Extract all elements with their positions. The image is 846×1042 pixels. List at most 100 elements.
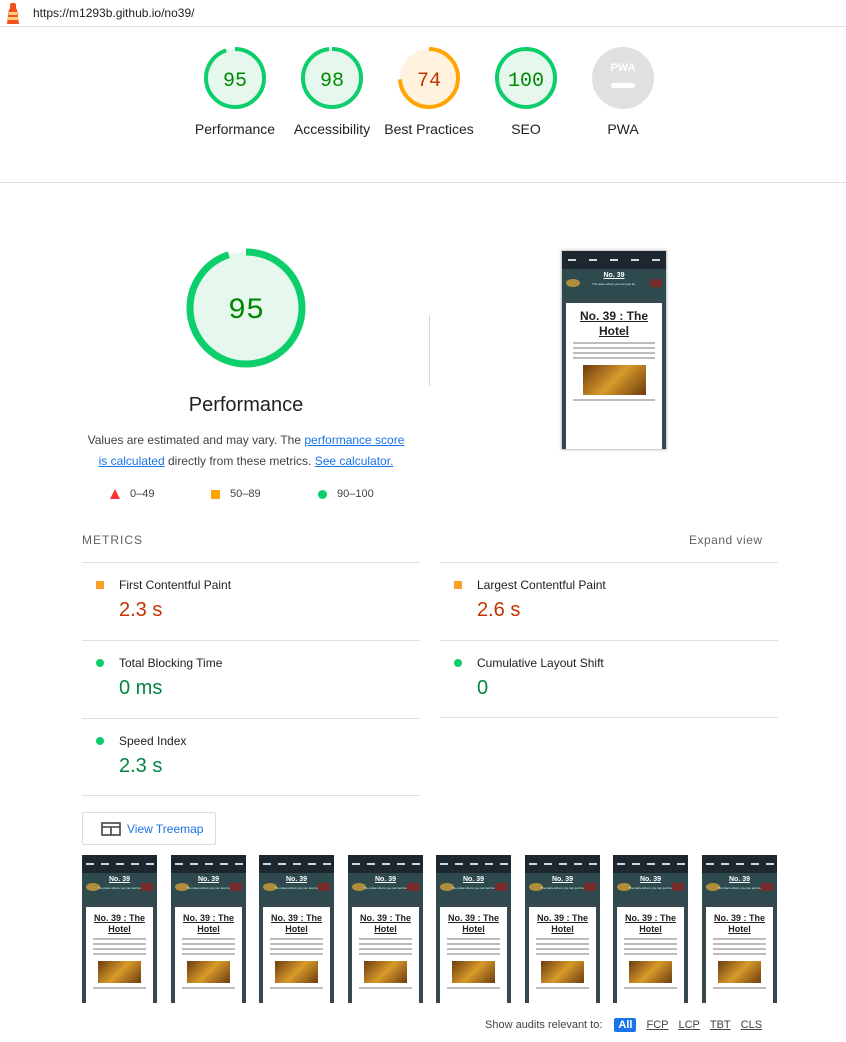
gauge-performance[interactable]: 95 Performance (190, 45, 280, 139)
mini-card: No. 39 : The Hotel (529, 907, 596, 1003)
filmstrip-frame: No. 39 The place where you can just be. No… (259, 855, 334, 1003)
performance-title: Performance (188, 394, 304, 416)
mini-nav (613, 855, 688, 873)
mini-card: No. 39 : The Hotel (263, 907, 330, 1003)
gauge-accessibility[interactable]: 98 Accessibility (287, 45, 377, 139)
mini-banner-title: No. 39 (639, 876, 661, 883)
page-url[interactable]: https://m1293b.github.io/no39/ (33, 6, 194, 20)
metric-name: First Contentful Paint (119, 578, 232, 592)
metric-lcp: Largest Contentful Paint 2.6 s (440, 562, 778, 640)
square-icon (211, 489, 220, 499)
metric-value: 0 (477, 677, 489, 699)
mini-banner-title: No. 39 (728, 876, 750, 883)
gauge-score: 74 (417, 70, 441, 93)
filmstrip-frame: No. 39 The place where you can just be. No… (613, 855, 688, 1003)
filter-chip-tbt[interactable]: TBT (710, 1019, 731, 1031)
pass-circle-icon (96, 659, 104, 667)
mini-heading: No. 39 : The Hotel (536, 913, 588, 934)
average-square-icon (96, 581, 104, 589)
mini-body: No. 39 : The Hotel (613, 903, 688, 1003)
gauge-ring: 95 (204, 47, 266, 109)
mini-banner-title: No. 39 (551, 876, 573, 883)
gauge-seo[interactable]: 100 SEO (481, 45, 571, 139)
mini-heading: No. 39 : The Hotel (93, 913, 145, 934)
metric-value: 2.3 s (119, 599, 163, 621)
mini-card: No. 39 : The Hotel (175, 907, 242, 1003)
gauge-ring: 98 (301, 47, 363, 109)
mini-body: No. 39 : The Hotel (525, 903, 600, 1003)
gauge-label: PWA (607, 121, 639, 137)
legend-pass: 90–100 (318, 488, 374, 500)
legend-label: 90–100 (337, 488, 374, 500)
view-treemap-button[interactable]: View Treemap (82, 812, 216, 845)
gauge-score: 100 (508, 70, 544, 93)
mini-body: No. 39 : The Hotel (562, 299, 666, 449)
mini-banner: No. 39 The place where you can just be. (562, 269, 666, 299)
mini-banner: No. 39 The place where you can just be. (82, 873, 157, 903)
audits-filter-label: Show audits relevant to: (485, 1019, 603, 1031)
gauge-label: Best Practices (384, 121, 474, 137)
gauge-score: PWA (610, 62, 635, 74)
mini-heading: No. 39 : The Hotel (624, 913, 676, 934)
treemap-icon (101, 821, 121, 836)
mini-banner: No. 39 The place where you can just be. (259, 873, 334, 903)
mini-heading: No. 39 : The Hotel (359, 913, 411, 934)
filmstrip-frame: No. 39 The place where you can just be. No… (436, 855, 511, 1003)
gauge-score: 95 (223, 70, 247, 93)
mini-banner-title: No. 39 (462, 876, 484, 883)
pass-circle-icon (454, 659, 462, 667)
circle-icon (318, 489, 327, 499)
mini-banner-title: No. 39 (374, 876, 396, 883)
metrics-divider (82, 795, 420, 796)
mini-card: No. 39 : The Hotel (566, 303, 662, 449)
legend-fail: 0–49 (110, 488, 154, 500)
filmstrip-frame: No. 39 The place where you can just be. No… (525, 855, 600, 1003)
filter-chip-all[interactable]: All (614, 1018, 637, 1032)
filter-chip-lcp[interactable]: LCP (678, 1019, 699, 1031)
treemap-label: View Treemap (127, 821, 204, 836)
mini-card: No. 39 : The Hotel (86, 907, 153, 1003)
metrics-header: METRICS (82, 533, 143, 547)
section-divider (429, 315, 430, 386)
metric-value: 2.3 s (119, 755, 163, 777)
filter-chip-cls[interactable]: CLS (741, 1019, 762, 1031)
mini-body: No. 39 : The Hotel (348, 903, 423, 1003)
mini-heading: No. 39 : The Hotel (270, 913, 322, 934)
mini-nav (436, 855, 511, 873)
metric-tbt: Total Blocking Time 0 ms (82, 640, 420, 718)
metric-name: Cumulative Layout Shift (477, 656, 604, 670)
mini-body: No. 39 : The Hotel (702, 903, 777, 1003)
final-screenshot[interactable]: No. 39 The place where you can just be. … (561, 250, 667, 450)
gauge-pwa[interactable]: PWA PWA (578, 45, 668, 139)
gauge-best-practices[interactable]: 74 Best Practices (384, 45, 474, 139)
average-square-icon (454, 581, 462, 589)
performance-description: Values are estimated and may vary. The p… (82, 430, 410, 472)
filmstrip-frame: No. 39 The place where you can just be. No… (348, 855, 423, 1003)
mini-banner: No. 39 The place where you can just be. (525, 873, 600, 903)
mini-card: No. 39 : The Hotel (706, 907, 773, 1003)
expand-view-toggle[interactable]: Expand view (689, 533, 763, 547)
mini-nav (702, 855, 777, 873)
mini-heading: No. 39 : The Hotel (713, 913, 765, 934)
gauge-score: 98 (320, 70, 344, 93)
category-gauges: 95 Performance 98 Accessibility 74 Best … (0, 45, 846, 182)
mini-banner: No. 39 The place where you can just be. (436, 873, 511, 903)
legend-average: 50–89 (211, 488, 261, 500)
score-legend: 0–49 50–89 90–100 (108, 488, 408, 504)
mini-body: No. 39 : The Hotel (259, 903, 334, 1003)
filmstrip-frame: No. 39 The place where you can just be. No… (702, 855, 777, 1003)
pwa-icon: PWA (592, 47, 654, 109)
mini-body: No. 39 : The Hotel (82, 903, 157, 1003)
filter-chip-fcp[interactable]: FCP (646, 1019, 668, 1031)
see-calculator-link[interactable]: See calculator. (315, 454, 394, 468)
metric-cls: Cumulative Layout Shift 0 (440, 640, 778, 718)
gauge-ring: 74 (398, 47, 460, 109)
mini-card: No. 39 : The Hotel (617, 907, 684, 1003)
mini-heading: No. 39 : The Hotel (447, 913, 499, 934)
metric-name: Largest Contentful Paint (477, 578, 606, 592)
triangle-icon (110, 489, 120, 499)
gauge-ring: 100 (495, 47, 557, 109)
mini-banner: No. 39 The place where you can just be. (702, 873, 777, 903)
desc-text-mid: directly from these metrics. (164, 454, 315, 468)
mini-banner-title: No. 39 (285, 876, 307, 883)
